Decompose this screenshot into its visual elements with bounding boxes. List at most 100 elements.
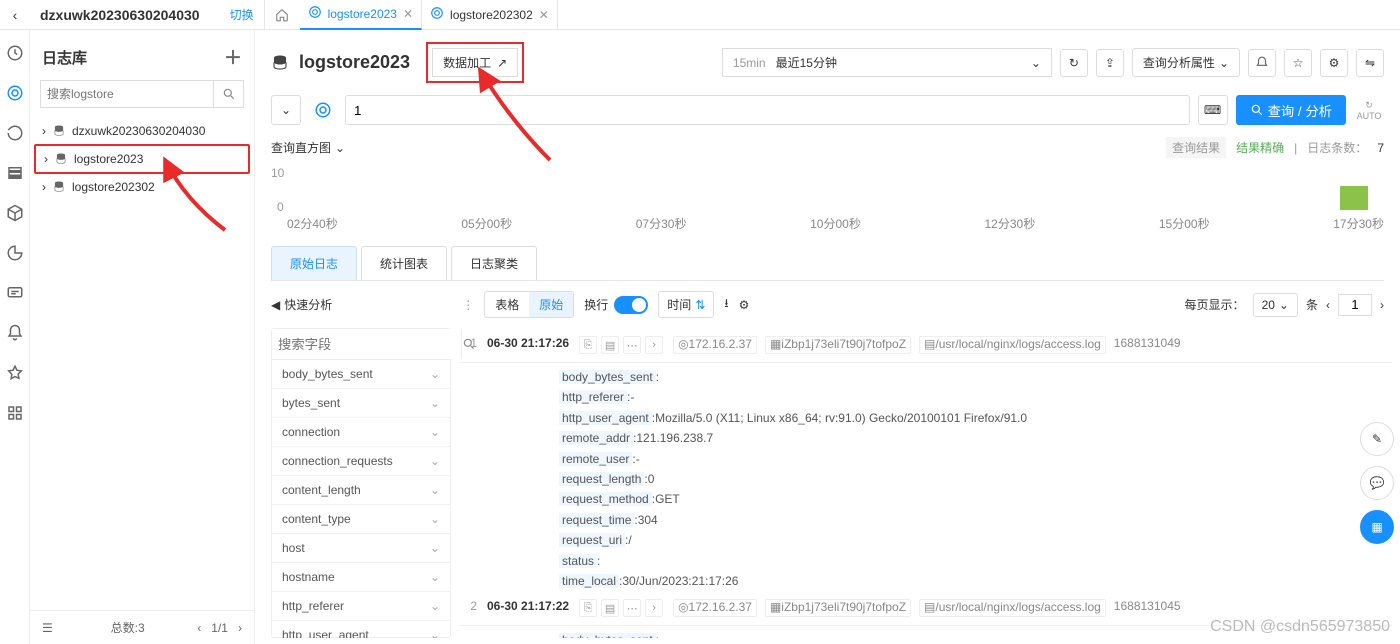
field-connection[interactable]: connection ⌄ [272, 418, 450, 447]
next-page[interactable]: › [238, 621, 242, 635]
view-table[interactable]: 表格 [485, 292, 529, 317]
tab-raw-log[interactable]: 原始日志 [271, 246, 357, 280]
sidebar-item-logstore202302[interactable]: ›logstore202302 [34, 174, 250, 200]
kv-value: : [656, 633, 659, 638]
external-link-icon: ↗ [497, 56, 507, 70]
context-icon[interactable]: ▤ [601, 599, 619, 617]
refresh-button[interactable]: ↻ [1060, 49, 1088, 77]
tab-cluster[interactable]: 日志聚类 [451, 246, 537, 280]
log-count: 7 [1377, 141, 1384, 155]
config-button[interactable]: ⇋ [1356, 49, 1384, 77]
time-sort[interactable]: 时间 ⇅ [658, 291, 714, 318]
query-input[interactable] [345, 95, 1190, 125]
time-range-select[interactable]: 15min 最近15分钟 ⌄ [722, 48, 1052, 77]
back-button[interactable]: ‹ [0, 0, 30, 30]
query-button[interactable]: 查询 / 分析 [1236, 95, 1346, 125]
field-connection_requests[interactable]: connection_requests⌄ [272, 447, 450, 476]
prev-page[interactable]: ‹ [1326, 298, 1330, 312]
per-page-select[interactable]: 20 ⌄ [1253, 293, 1298, 317]
expand-icon[interactable]: › [645, 599, 663, 617]
edit-float-button[interactable]: ✎ [1360, 422, 1394, 456]
home-tab[interactable] [264, 0, 300, 30]
query-icon[interactable] [6, 84, 24, 102]
per-page-label: 每页显示： [1185, 296, 1245, 313]
sidebar-item-dzxuwk20230630204030[interactable]: ›dzxuwk20230630204030 [34, 118, 250, 144]
field-search-input[interactable] [272, 329, 461, 359]
log-ip: ◎172.16.2.37 [673, 599, 757, 617]
kv-value: : [656, 370, 659, 384]
add-icon[interactable]: ＋ [224, 44, 242, 70]
time-label: 最近15分钟 [776, 54, 837, 71]
settings-button[interactable]: ⚙ [1320, 49, 1348, 77]
sidebar-title: 日志库 [42, 47, 87, 68]
copy-icon[interactable]: ⎘ [579, 599, 597, 617]
menu-icon[interactable]: ☰ [42, 621, 58, 635]
tab-logstore2023[interactable]: logstore2023 ✕ [300, 0, 422, 30]
switch-link[interactable]: 切换 [230, 6, 254, 23]
share-button[interactable]: ⇪ [1096, 49, 1124, 77]
field-host[interactable]: host⌄ [272, 534, 450, 563]
bell-icon[interactable] [6, 324, 24, 342]
tab-stats[interactable]: 统计图表 [361, 246, 447, 280]
database-icon [54, 152, 68, 166]
quick-analysis[interactable]: ◀ 快速分析 [271, 296, 332, 313]
view-mode-toggle[interactable]: 表格 原始 [484, 291, 574, 318]
close-icon[interactable]: ✕ [403, 7, 413, 21]
close-icon[interactable]: ✕ [539, 8, 549, 22]
expand-icon[interactable]: › [645, 336, 663, 354]
chevron-down-icon: ⌄ [430, 425, 440, 439]
view-raw[interactable]: 原始 [529, 292, 573, 317]
sidebar: 日志库 ＋ ›dzxuwk20230630204030›logstore2023… [30, 30, 255, 644]
download-icon[interactable]: ⭳ [724, 294, 728, 315]
field-http_user_agent[interactable]: http_user_agent⌄ [272, 621, 450, 638]
prev-page[interactable]: ‹ [197, 621, 201, 635]
chevron-down-icon: ⌄ [430, 541, 440, 555]
field-http_referer[interactable]: http_referer⌄ [272, 592, 450, 621]
context-icon[interactable]: ▤ [601, 336, 619, 354]
more-icon[interactable]: ⋮ [462, 298, 474, 312]
grid-icon[interactable] [6, 404, 24, 422]
field-content_type[interactable]: content_type⌄ [272, 505, 450, 534]
page-input[interactable] [1338, 294, 1372, 316]
field-label: hostname [282, 570, 335, 584]
field-bytes_sent[interactable]: bytes_sent⌄ [272, 389, 450, 418]
keyboard-icon[interactable]: ⌨ [1198, 95, 1228, 125]
query-mode-dropdown[interactable]: ⌄ [271, 95, 301, 125]
chevron-down-icon[interactable]: ⌄ [335, 141, 345, 155]
per-page-value: 20 [1262, 298, 1275, 312]
field-body_bytes_sent[interactable]: body_bytes_sent⌄ [272, 360, 450, 389]
more-icon[interactable]: ⋯ [623, 599, 641, 617]
star-icon[interactable] [6, 364, 24, 382]
chart-bar[interactable] [1340, 186, 1368, 210]
field-label: connection [282, 425, 340, 439]
message-icon[interactable] [6, 284, 24, 302]
wrap-toggle[interactable] [614, 296, 648, 314]
refresh-icon[interactable] [6, 124, 24, 142]
chevron-down-icon: ⌄ [430, 628, 440, 638]
field-hostname[interactable]: hostname⌄ [272, 563, 450, 592]
log-index: 2 [463, 599, 477, 617]
data-process-button[interactable]: 数据加工 ↗ [432, 48, 518, 77]
logstore-title: logstore2023 [299, 52, 410, 73]
logstore-search-input[interactable] [40, 80, 214, 108]
gear-icon[interactable]: ⚙ [739, 298, 750, 312]
tab-logstore202302[interactable]: logstore202302 ✕ [422, 0, 558, 30]
more-icon[interactable]: ⋯ [623, 336, 641, 354]
search-button[interactable] [214, 80, 244, 108]
clock-icon[interactable] [6, 44, 24, 62]
chevron-right-icon: › [44, 152, 48, 166]
cube-icon[interactable] [6, 204, 24, 222]
chat-float-button[interactable]: 💬 [1360, 466, 1394, 500]
apps-float-button[interactable]: ▦ [1360, 510, 1394, 544]
auto-refresh[interactable]: ↻AUTO [1354, 100, 1384, 121]
save-button[interactable]: ☆ [1284, 49, 1312, 77]
back-icon: ◀ [271, 298, 280, 312]
query-attr-button[interactable]: 查询分析属性 ⌄ [1132, 48, 1240, 77]
list-icon[interactable] [6, 164, 24, 182]
field-content_length[interactable]: content_length⌄ [272, 476, 450, 505]
next-page[interactable]: › [1380, 298, 1384, 312]
alert-button[interactable] [1248, 49, 1276, 77]
pie-icon[interactable] [6, 244, 24, 262]
sidebar-item-logstore2023[interactable]: ›logstore2023 [34, 144, 250, 174]
copy-icon[interactable]: ⎘ [579, 336, 597, 354]
